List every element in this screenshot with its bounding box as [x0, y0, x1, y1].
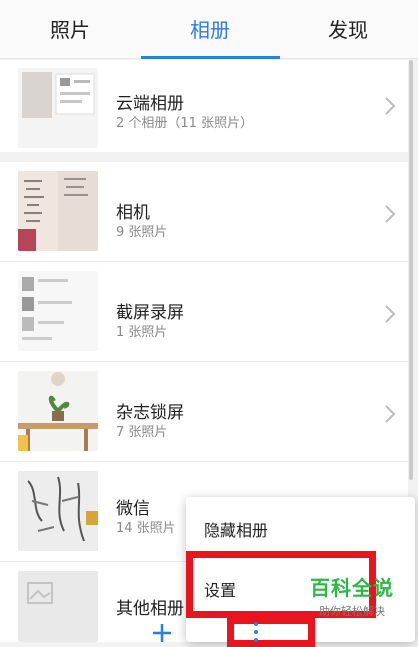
album-name: 截屏录屏 — [116, 303, 184, 323]
album-thumbnail — [18, 271, 98, 351]
chevron-right-icon — [385, 97, 396, 115]
plus-icon[interactable] — [150, 622, 174, 642]
album-row-cloud[interactable]: 云端相册 2 个相册（11 张照片） — [0, 60, 408, 152]
album-name: 其他相册 — [116, 599, 184, 619]
tab-photos[interactable]: 照片 — [0, 14, 140, 43]
album-count: 9 张照片 — [116, 225, 168, 240]
chevron-right-icon — [385, 405, 396, 423]
album-thumbnail — [18, 171, 98, 251]
album-row-screenshots[interactable]: 截屏录屏 1 张照片 — [0, 262, 408, 361]
album-name: 相机 — [116, 203, 150, 223]
album-count: 7 张照片 — [116, 425, 168, 440]
album-thumbnail — [18, 471, 98, 551]
album-row-camera[interactable]: 相机 9 张照片 — [0, 162, 408, 261]
album-thumbnail — [18, 371, 98, 451]
chevron-right-icon — [385, 205, 396, 223]
watermark: 百科全说 助你轻松解决 — [288, 572, 416, 622]
album-count: 2 个相册（11 张照片） — [116, 116, 254, 131]
chevron-right-icon — [385, 305, 396, 323]
watermark-subtitle: 助你轻松解决 — [319, 605, 385, 618]
album-count: 14 张照片 — [116, 521, 176, 536]
watermark-title: 百科全说 — [310, 576, 394, 600]
active-tab-indicator — [141, 56, 280, 59]
album-name: 微信 — [116, 499, 150, 519]
tab-bar: 照片 相册 发现 — [0, 0, 418, 59]
album-name: 杂志锁屏 — [116, 403, 184, 423]
album-row-magazine[interactable]: 杂志锁屏 7 张照片 — [0, 362, 408, 461]
tab-albums[interactable]: 相册 — [140, 14, 280, 43]
album-thumbnail — [18, 68, 98, 148]
menu-item-hide-albums[interactable]: 隐藏相册 — [204, 517, 268, 541]
more-vertical-icon[interactable] — [250, 620, 262, 642]
album-name: 云端相册 — [116, 94, 184, 114]
scrollbar[interactable] — [409, 60, 413, 480]
tab-discover[interactable]: 发现 — [278, 14, 418, 43]
album-count: 1 张照片 — [116, 325, 168, 340]
